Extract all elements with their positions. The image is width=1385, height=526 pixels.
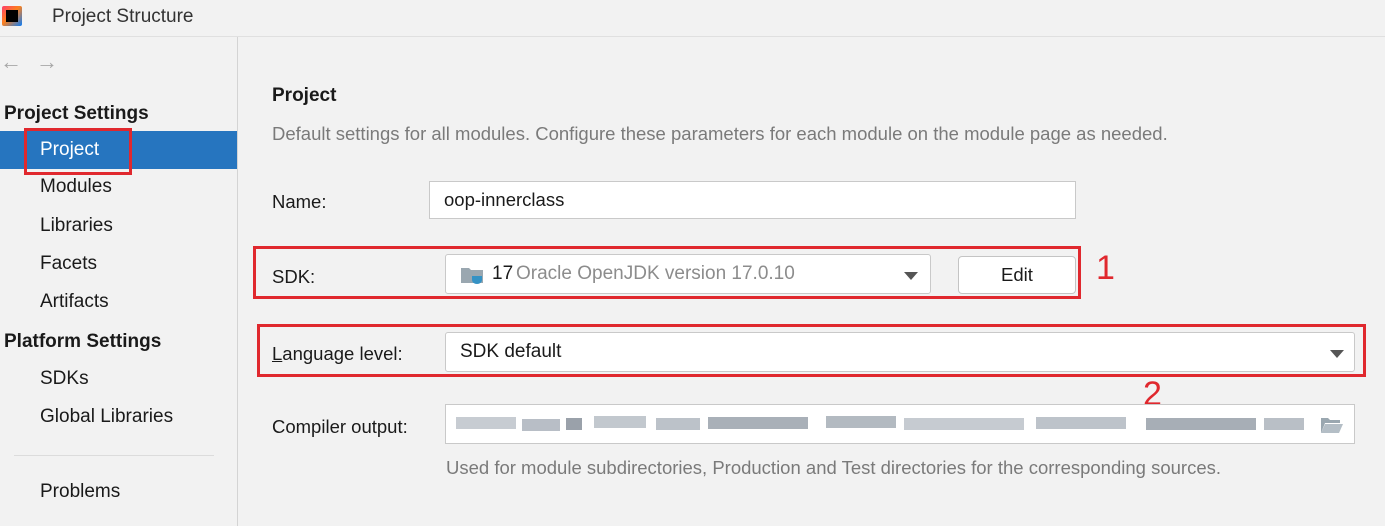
annotation-number-1: 1 [1096,249,1115,287]
sidebar-item-libraries[interactable]: Libraries [0,207,237,245]
sidebar-item-facets[interactable]: Facets [0,245,237,283]
annotation-box-sdk [253,246,1081,299]
sidebar-item-label: Global Libraries [40,406,174,427]
sidebar-item-label: Modules [40,176,112,197]
sidebar-item-label: SDKs [40,368,89,389]
sidebar-item-artifacts[interactable]: Artifacts [0,283,237,321]
sidebar-item-label: Libraries [40,215,113,236]
sidebar-divider [14,455,214,456]
sidebar-item-label: Artifacts [40,291,109,312]
title-bar: Project Structure [0,0,1385,37]
annotation-highlight-project [24,128,132,175]
sidebar-item-label: Facets [40,253,98,274]
platform-settings-header: Platform Settings [4,331,162,352]
name-field[interactable]: oop-innerclass [429,181,1076,219]
intellij-logo-icon [2,6,22,26]
sidebar-item-sdks[interactable]: SDKs [0,360,237,398]
nav-arrows: ←→ [0,49,72,75]
sidebar: ←→ Project Settings Project Modules Libr… [0,37,238,526]
name-label: Name: [272,191,327,212]
page-description: Default settings for all modules. Config… [272,123,1168,144]
sidebar-item-global-libraries[interactable]: Global Libraries [0,398,237,436]
sidebar-item-problems[interactable]: Problems [0,473,237,511]
page-title: Project [272,85,337,106]
project-settings-header: Project Settings [4,103,149,124]
compiler-output-hint: Used for module subdirectories, Producti… [446,457,1222,478]
window-title: Project Structure [52,6,194,27]
arrow-left-icon[interactable]: ← [0,49,36,74]
folder-open-icon[interactable] [1320,416,1344,434]
arrow-right-icon[interactable]: → [36,49,72,74]
annotation-box-language-level [257,324,1366,377]
sidebar-item-label: Problems [40,481,121,502]
main-panel: Project Default settings for all modules… [238,37,1385,526]
compiler-output-field[interactable] [445,404,1355,444]
compiler-output-label: Compiler output: [272,416,408,437]
